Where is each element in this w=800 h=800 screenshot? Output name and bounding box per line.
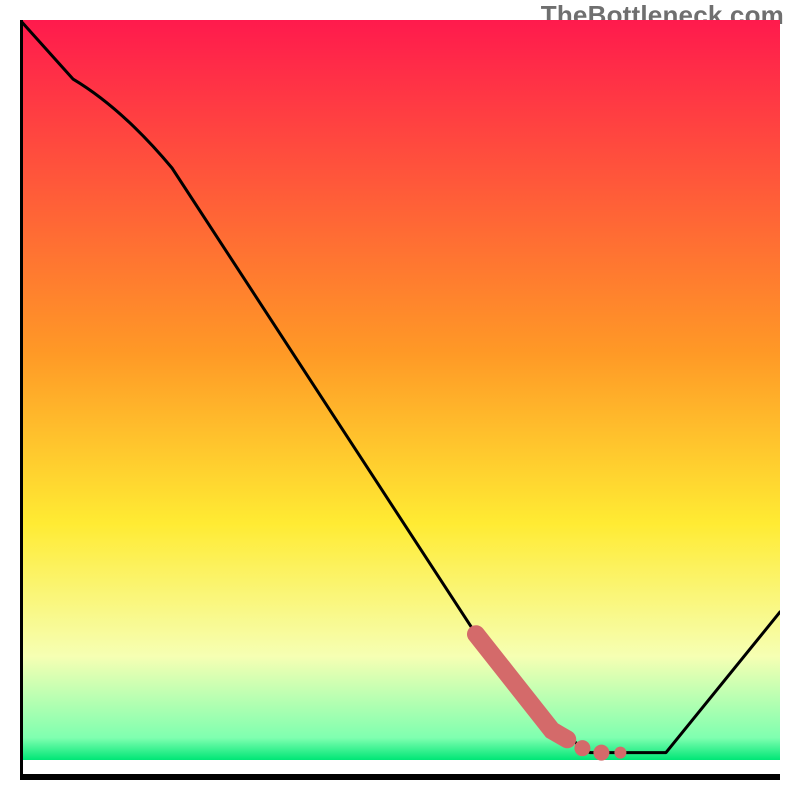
highlight-dot — [574, 740, 590, 756]
bottleneck-chart — [20, 20, 780, 780]
background-gradient — [20, 20, 780, 760]
chart-container: TheBottleneck.com — [0, 0, 800, 800]
highlight-dot — [614, 747, 626, 759]
highlight-dot — [593, 745, 609, 761]
